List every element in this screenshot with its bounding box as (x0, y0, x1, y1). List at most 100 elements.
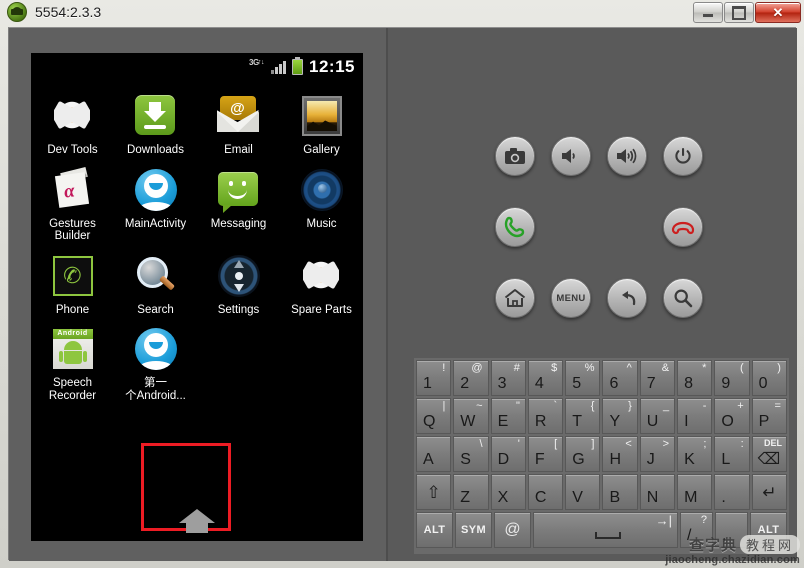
key-w[interactable]: W ~ (453, 398, 489, 434)
key-alt: | (442, 400, 446, 412)
key-alt: % (584, 362, 595, 374)
key-main: F (534, 451, 545, 468)
key-u[interactable]: U _ (639, 398, 676, 434)
home-button[interactable] (495, 278, 535, 318)
key-alt: _ (662, 400, 670, 412)
key-f[interactable]: F[ (527, 436, 564, 472)
phone-screen[interactable]: ↑↓ 3G 12:15 Dev Tools Downloads @ Email … (31, 53, 363, 541)
app-phone[interactable]: ✆ Phone (31, 243, 114, 317)
key-t[interactable]: T{ (565, 398, 601, 434)
app-settings[interactable]: Settings (197, 243, 280, 317)
app-gestures-builder[interactable]: α Gestures Builder (31, 157, 114, 243)
back-button[interactable] (607, 278, 647, 318)
app-gallery[interactable]: Gallery (280, 83, 363, 157)
blue-person-icon (133, 326, 179, 372)
key-6[interactable]: 6 ^ (602, 360, 638, 396)
key-e[interactable]: E " (490, 398, 526, 434)
key-a[interactable]: A (416, 436, 452, 472)
app-first-android-selected[interactable]: 第一 个Android... (114, 316, 197, 402)
key-alt-left[interactable]: ALT (416, 512, 453, 548)
app-downloads[interactable]: Downloads (114, 83, 197, 157)
key-i[interactable]: I- (677, 398, 713, 434)
key-main: M (684, 489, 698, 506)
key-j[interactable]: J > (639, 436, 676, 472)
key-main: 2 (460, 375, 470, 392)
back-arrow-icon (622, 291, 636, 306)
app-row: Dev Tools Downloads @ Email Gallery (31, 83, 363, 157)
app-label: 第一 个Android... (125, 377, 186, 402)
watermark-brand-line: 查字典 教程网 (665, 534, 800, 555)
key-o[interactable]: O + (714, 398, 750, 434)
key-period[interactable]: . (714, 474, 750, 510)
key-main: P (758, 413, 770, 430)
window-frame: 5554:2.3.3 ✕ ↑↓ 3G 12:15 Dev Tools Downl… (0, 0, 804, 568)
key-v[interactable]: V (565, 474, 601, 510)
volume-down-button[interactable] (551, 136, 591, 176)
call-button[interactable] (495, 207, 535, 247)
key-2[interactable]: 2 @ (453, 360, 489, 396)
maximize-button[interactable] (724, 2, 754, 23)
key-b[interactable]: B (602, 474, 638, 510)
key-7[interactable]: 7 & (639, 360, 676, 396)
minimize-button[interactable] (693, 2, 723, 23)
key-s[interactable]: S \ (453, 436, 489, 472)
app-row: α Gestures Builder MainActivity Messagin… (31, 157, 363, 243)
key-x[interactable]: X (490, 474, 526, 510)
key-shift[interactable]: ⇧ (416, 474, 452, 510)
app-dev-tools[interactable]: Dev Tools (31, 83, 114, 157)
volume-up-button[interactable] (607, 136, 647, 176)
key-at[interactable]: @ (494, 512, 531, 548)
key-1[interactable]: 1! (416, 360, 452, 396)
key-alt: = (774, 400, 781, 412)
end-call-button[interactable] (663, 207, 703, 247)
key-r[interactable]: R ` (527, 398, 564, 434)
camera-button[interactable] (495, 136, 535, 176)
key-k[interactable]: K; (677, 436, 713, 472)
key-y[interactable]: Y} (602, 398, 638, 434)
key-5[interactable]: 5% (565, 360, 601, 396)
key-q[interactable]: Q | (416, 398, 452, 434)
key-h[interactable]: H < (602, 436, 638, 472)
key-main: J (646, 451, 655, 468)
key-g[interactable]: G] (565, 436, 601, 472)
key-l[interactable]: L: (714, 436, 750, 472)
key-p[interactable]: P = (751, 398, 787, 434)
key-9[interactable]: 9( (714, 360, 750, 396)
key-m[interactable]: M (677, 474, 713, 510)
key-main: 6 (609, 375, 619, 392)
key-sym[interactable]: SYM (455, 512, 492, 548)
app-music[interactable]: Music (280, 157, 363, 243)
key-c[interactable]: C (527, 474, 564, 510)
key-8[interactable]: 8 * (677, 360, 713, 396)
key-enter[interactable]: ↵ (751, 474, 787, 510)
app-speech-recorder[interactable]: Android Speech Recorder (31, 316, 114, 402)
key-n[interactable]: N (639, 474, 676, 510)
key-3[interactable]: 3 # (490, 360, 526, 396)
key-0[interactable]: 0) (751, 360, 787, 396)
device-screen-panel: ↑↓ 3G 12:15 Dev Tools Downloads @ Email … (9, 28, 386, 561)
home-icon (504, 289, 526, 307)
home-icon[interactable] (177, 497, 217, 533)
key-main: R (534, 413, 547, 430)
key-z[interactable]: Z (453, 474, 489, 510)
app-search[interactable]: Search (114, 243, 197, 317)
app-spare-parts[interactable]: Spare Parts (280, 243, 363, 317)
close-button[interactable]: ✕ (755, 2, 801, 23)
battery-icon (292, 57, 304, 75)
gesture-pages-icon: α (50, 166, 96, 213)
key-d[interactable]: D ' (490, 436, 526, 472)
green-handset-icon: ✆ (50, 253, 96, 299)
key-main: U (646, 413, 659, 430)
power-button[interactable] (663, 136, 703, 176)
key-delete[interactable]: DEL ⌫ (751, 436, 787, 472)
app-email[interactable]: @ Email (197, 83, 280, 157)
menu-button[interactable]: MENU (551, 278, 591, 318)
gear-icon (298, 252, 345, 299)
key-space[interactable]: →| (533, 512, 678, 548)
app-mainactivity[interactable]: MainActivity (114, 157, 197, 243)
android-status-bar: ↑↓ 3G 12:15 (31, 53, 363, 81)
key-4[interactable]: 4 $ (527, 360, 564, 396)
window-controls: ✕ (693, 2, 801, 23)
app-messaging[interactable]: Messaging (197, 157, 280, 243)
search-button[interactable] (663, 278, 703, 318)
